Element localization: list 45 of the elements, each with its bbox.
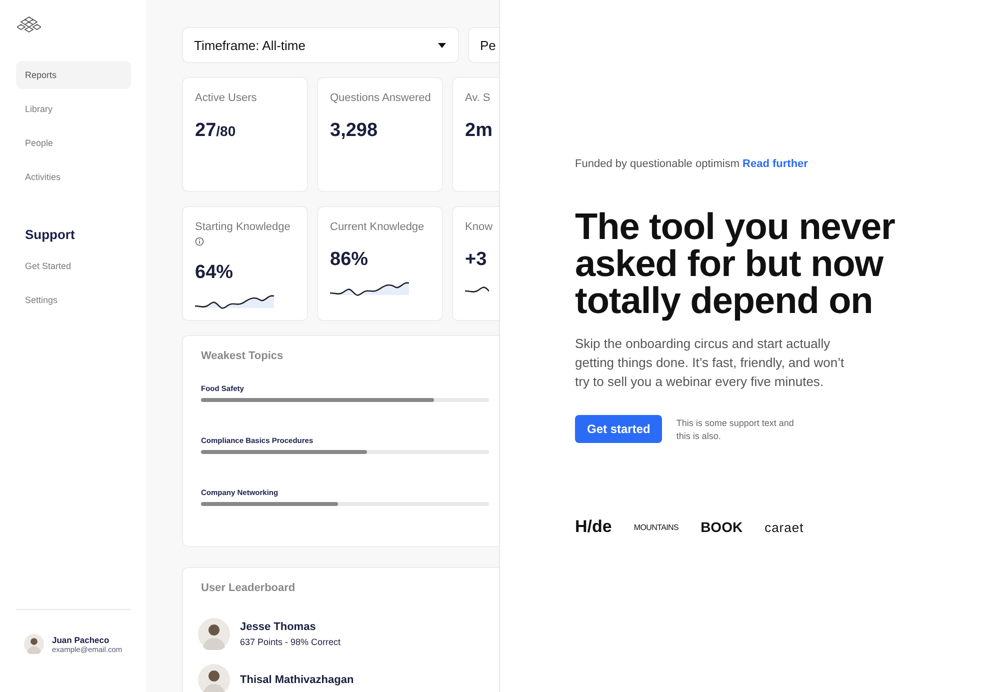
filter-dropdown[interactable]: Timeframe: All-time	[182, 27, 459, 63]
nav-item[interactable]: People	[16, 129, 131, 157]
support-text: This is some support text and this is also.	[676, 417, 794, 443]
stat-label: Av. S	[465, 92, 490, 104]
card-title: Weakest Topics	[201, 350, 284, 362]
user-name: Thisal Mathivazhagan	[240, 674, 354, 686]
info-icon	[195, 237, 204, 246]
filter-label: Pe	[480, 38, 496, 52]
nav-item[interactable]: Activities	[16, 163, 131, 191]
stat-label: Know	[465, 221, 493, 233]
stat-label: Current Knowledge	[330, 221, 424, 233]
partner-logo: caraet	[764, 520, 804, 534]
nav-item[interactable]: Settings	[16, 286, 131, 314]
eyebrow-text: Funded by questionable optimism Read further	[575, 158, 809, 170]
avatar	[24, 634, 44, 654]
user-score: 637 Points - 98% Correct	[240, 637, 341, 647]
body-text: Skip the onboarding circus and start actually getting things done. It’s fast, friendly, and won’t try to sell you a webinar every five minutes.	[575, 335, 846, 391]
avatar	[198, 618, 230, 650]
partner-logo: H/de	[575, 517, 612, 537]
partner-logo: MOUNTAINS	[634, 522, 679, 532]
stat-value: 2m	[465, 120, 494, 142]
nav-item[interactable]: Library	[16, 95, 131, 123]
stat-value: 64%	[195, 262, 234, 284]
partner-logo: BOOK	[700, 519, 743, 535]
user-name: Juan Pacheco	[52, 634, 110, 644]
stat-label: Questions Answered	[330, 92, 431, 104]
user-name: Jesse Thomas	[240, 621, 317, 633]
stat-value: +3	[465, 249, 488, 271]
filter-dropdown[interactable]: Pe	[468, 27, 499, 63]
sparkline-chart	[465, 285, 489, 295]
stat-label: Starting Knowledge	[195, 221, 290, 233]
card-title: User Leaderboard	[201, 582, 296, 594]
logo-icon	[17, 16, 41, 34]
nav-item[interactable]: Reports	[16, 61, 131, 89]
get-started-button[interactable]: Get started	[575, 415, 662, 443]
headline: The tool you never asked for but now totally depend on	[575, 208, 896, 319]
caret-icon	[438, 42, 446, 48]
stat-value: 27/80	[195, 120, 237, 142]
stat-value: 3,298	[330, 120, 379, 142]
section-heading: Support	[24, 227, 76, 242]
stat-label: Active Users	[195, 92, 257, 104]
read-further-link[interactable]: Read further	[742, 158, 808, 170]
stat-value: 86%	[330, 249, 370, 271]
nav-item[interactable]: Get Started	[16, 252, 131, 280]
filter-label: Timeframe: All-time	[194, 38, 306, 52]
